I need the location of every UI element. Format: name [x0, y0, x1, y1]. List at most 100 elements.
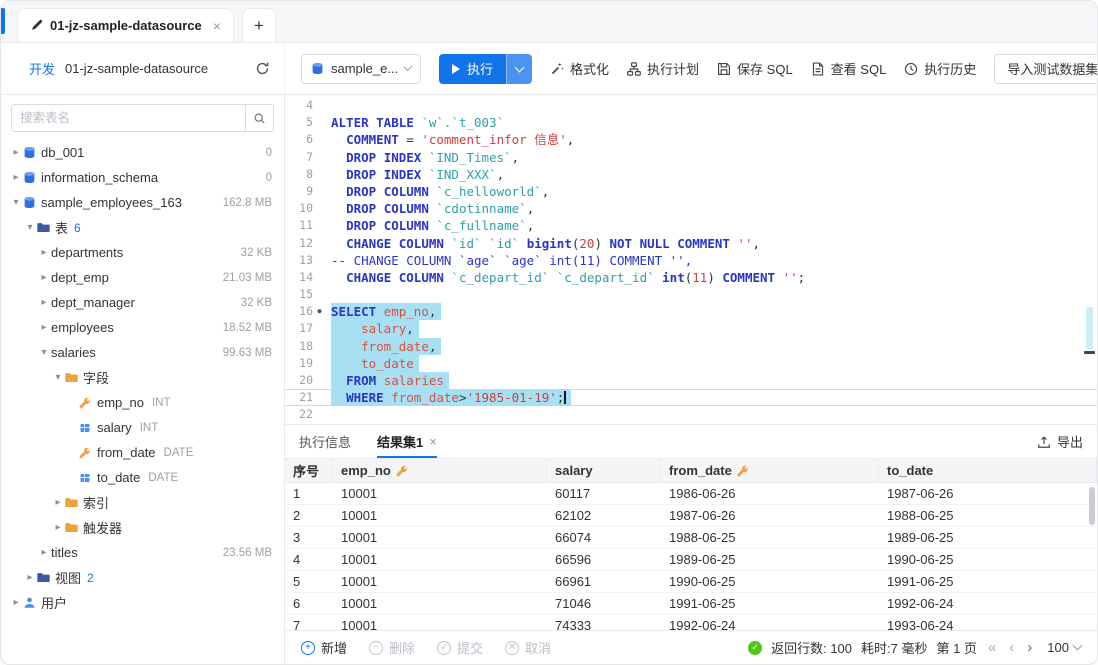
column-header-emp_no[interactable]: emp_no [333, 459, 547, 482]
format-button[interactable]: 格式化 [550, 59, 609, 78]
column-header-salary[interactable]: salary [547, 459, 661, 482]
tree-item-information_schema[interactable]: ▸information_schema0 [1, 165, 284, 190]
code-line-13[interactable]: 13-- CHANGE COLUMN `age` `age` int(11) C… [285, 252, 1097, 269]
code-line-19[interactable]: 19 to_date [285, 355, 1097, 372]
grid-scrollbar-thumb[interactable] [1089, 487, 1095, 525]
table-row[interactable]: 110001601171986-06-261987-06-26 [285, 483, 1097, 505]
export-button[interactable]: 导出 [1037, 432, 1083, 451]
next-page-icon[interactable]: › [1025, 640, 1034, 655]
tab-datasource[interactable]: 01-jz-sample-datasource × [17, 8, 234, 42]
table-row[interactable]: 610001710461991-06-251992-06-24 [285, 593, 1097, 615]
tree-item-dept_emp[interactable]: ▸dept_emp21.03 MB [1, 265, 284, 290]
tree-item-salaries[interactable]: ▾salaries99.63 MB [1, 340, 284, 365]
tree-item-employees[interactable]: ▸employees18.52 MB [1, 315, 284, 340]
prev-page-icon[interactable]: ‹ [1007, 640, 1016, 655]
column-header-from_date[interactable]: from_date [661, 459, 879, 482]
cancel-button[interactable]: ✕取消 [505, 638, 551, 657]
chevron-right-icon[interactable]: ▸ [37, 322, 51, 333]
view-sql-button[interactable]: 查看 SQL [811, 59, 887, 78]
table-row[interactable]: 410001665961989-06-251990-06-25 [285, 549, 1097, 571]
line-number: 20 [285, 372, 313, 389]
code-line-12[interactable]: 12 CHANGE COLUMN `id` `id` bigint(20) NO… [285, 235, 1097, 252]
column-header-序号[interactable]: 序号 [285, 459, 333, 482]
code-line-8[interactable]: 8 DROP INDEX `IND_XXX`, [285, 166, 1097, 183]
database-selector[interactable]: sample_e... [301, 54, 421, 84]
chevron-right-icon[interactable]: ▸ [37, 297, 51, 308]
table-row[interactable]: 310001660741988-06-251989-06-25 [285, 527, 1097, 549]
tree-item-db_001[interactable]: ▸db_0010 [1, 140, 284, 165]
import-test-dataset-button[interactable]: 导入测试数据集 [994, 54, 1098, 84]
code-line-17[interactable]: 17 salary, [285, 320, 1097, 337]
run-label: 执行 [467, 59, 493, 78]
tree-item-dept_manager[interactable]: ▸dept_manager32 KB [1, 290, 284, 315]
search-icon[interactable] [245, 105, 273, 131]
chevron-right-icon[interactable]: ▸ [37, 247, 51, 258]
refresh-icon[interactable] [255, 61, 270, 76]
table-row[interactable]: 510001669611990-06-251991-06-25 [285, 571, 1097, 593]
code-line-20[interactable]: 20 FROM salaries [285, 372, 1097, 389]
code-line-7[interactable]: 7 DROP INDEX `IND_Times`, [285, 149, 1097, 166]
tab-execution-info[interactable]: 执行信息 [299, 425, 351, 458]
save-sql-button[interactable]: 保存 SQL [717, 59, 793, 78]
delete-row-button[interactable]: −删除 [369, 638, 415, 657]
table-row[interactable]: 710001743331992-06-241993-06-24 [285, 615, 1097, 630]
code-line-21[interactable]: 21 WHERE from_date>'1985-01-19'; [285, 389, 1097, 406]
tree-item-salary[interactable]: salaryINT [1, 415, 284, 440]
table-row[interactable]: 210001621021987-06-261988-06-25 [285, 505, 1097, 527]
tree-item-用户[interactable]: ▸用户 [1, 590, 284, 615]
sql-editor[interactable]: 45ALTER TABLE `w`.`t_003`6 COMMENT = 'co… [285, 95, 1097, 425]
tree-item-字段[interactable]: ▾字段 [1, 365, 284, 390]
close-icon[interactable]: × [429, 434, 437, 449]
close-icon[interactable]: × [213, 18, 221, 34]
chevron-right-icon[interactable]: ▸ [37, 272, 51, 283]
tab-result-set-1[interactable]: 结果集1× [377, 425, 437, 458]
chevron-down-icon[interactable]: ▾ [51, 372, 65, 383]
chevron-right-icon[interactable]: ▸ [51, 522, 65, 533]
tree-item-视图[interactable]: ▸视图2 [1, 565, 284, 590]
document-icon [811, 62, 825, 76]
history-button[interactable]: 执行历史 [904, 59, 976, 78]
tree-item-from_date[interactable]: from_dateDATE [1, 440, 284, 465]
code-line-22[interactable]: 22 [285, 406, 1097, 423]
chevron-down-icon[interactable]: ▾ [37, 347, 51, 358]
chevron-down-icon[interactable]: ▾ [23, 222, 37, 233]
tree-item-表[interactable]: ▾表6 [1, 215, 284, 240]
code-line-14[interactable]: 14 CHANGE COLUMN `c_depart_id` `c_depart… [285, 269, 1097, 286]
cell: 1993-06-24 [879, 618, 1097, 630]
new-tab-button[interactable]: + [242, 8, 276, 42]
chevron-right-icon[interactable]: ▸ [51, 497, 65, 508]
code-line-18[interactable]: 18 from_date, [285, 338, 1097, 355]
search-input[interactable] [12, 111, 245, 125]
chevron-right-icon[interactable]: ▸ [23, 572, 37, 583]
code-line-10[interactable]: 10 DROP COLUMN `cdotinname`, [285, 200, 1097, 217]
code-line-9[interactable]: 9 DROP COLUMN `c_helloworld`, [285, 183, 1097, 200]
tree-item-departments[interactable]: ▸departments32 KB [1, 240, 284, 265]
chevron-right-icon[interactable]: ▸ [37, 547, 51, 558]
editor-scrollbar-thumb[interactable] [1084, 351, 1095, 354]
chevron-down-icon[interactable]: ▾ [9, 197, 23, 208]
code-line-5[interactable]: 5ALTER TABLE `w`.`t_003` [285, 114, 1097, 131]
commit-button[interactable]: ✓提交 [437, 638, 483, 657]
page-size-select[interactable]: 100 [1047, 640, 1081, 655]
add-row-button[interactable]: +新增 [301, 638, 347, 657]
run-button[interactable]: 执行 [439, 54, 532, 84]
tree-item-sample_employees_163[interactable]: ▾sample_employees_163162.8 MB [1, 190, 284, 215]
tree-item-触发器[interactable]: ▸触发器 [1, 515, 284, 540]
chevron-right-icon[interactable]: ▸ [9, 597, 23, 608]
tree-item-to_date[interactable]: to_dateDATE [1, 465, 284, 490]
chevron-right-icon[interactable]: ▸ [9, 147, 23, 158]
tree-item-emp_no[interactable]: emp_noINT [1, 390, 284, 415]
code-line-6[interactable]: 6 COMMENT = 'comment_infor 信息', [285, 131, 1097, 148]
code-line-16[interactable]: 16●SELECT emp_no, [285, 303, 1097, 320]
success-icon: ✓ [748, 641, 762, 655]
code-line-15[interactable]: 15 [285, 286, 1097, 303]
code-line-4[interactable]: 4 [285, 97, 1097, 114]
first-page-icon[interactable]: « [986, 640, 998, 655]
run-options-button[interactable] [506, 54, 532, 84]
chevron-right-icon[interactable]: ▸ [9, 172, 23, 183]
tree-item-索引[interactable]: ▸索引 [1, 490, 284, 515]
code-line-11[interactable]: 11 DROP COLUMN `c_fullname`, [285, 217, 1097, 234]
tree-item-titles[interactable]: ▸titles23.56 MB [1, 540, 284, 565]
explain-button[interactable]: 执行计划 [627, 59, 699, 78]
column-header-to_date[interactable]: to_date [879, 459, 1097, 482]
